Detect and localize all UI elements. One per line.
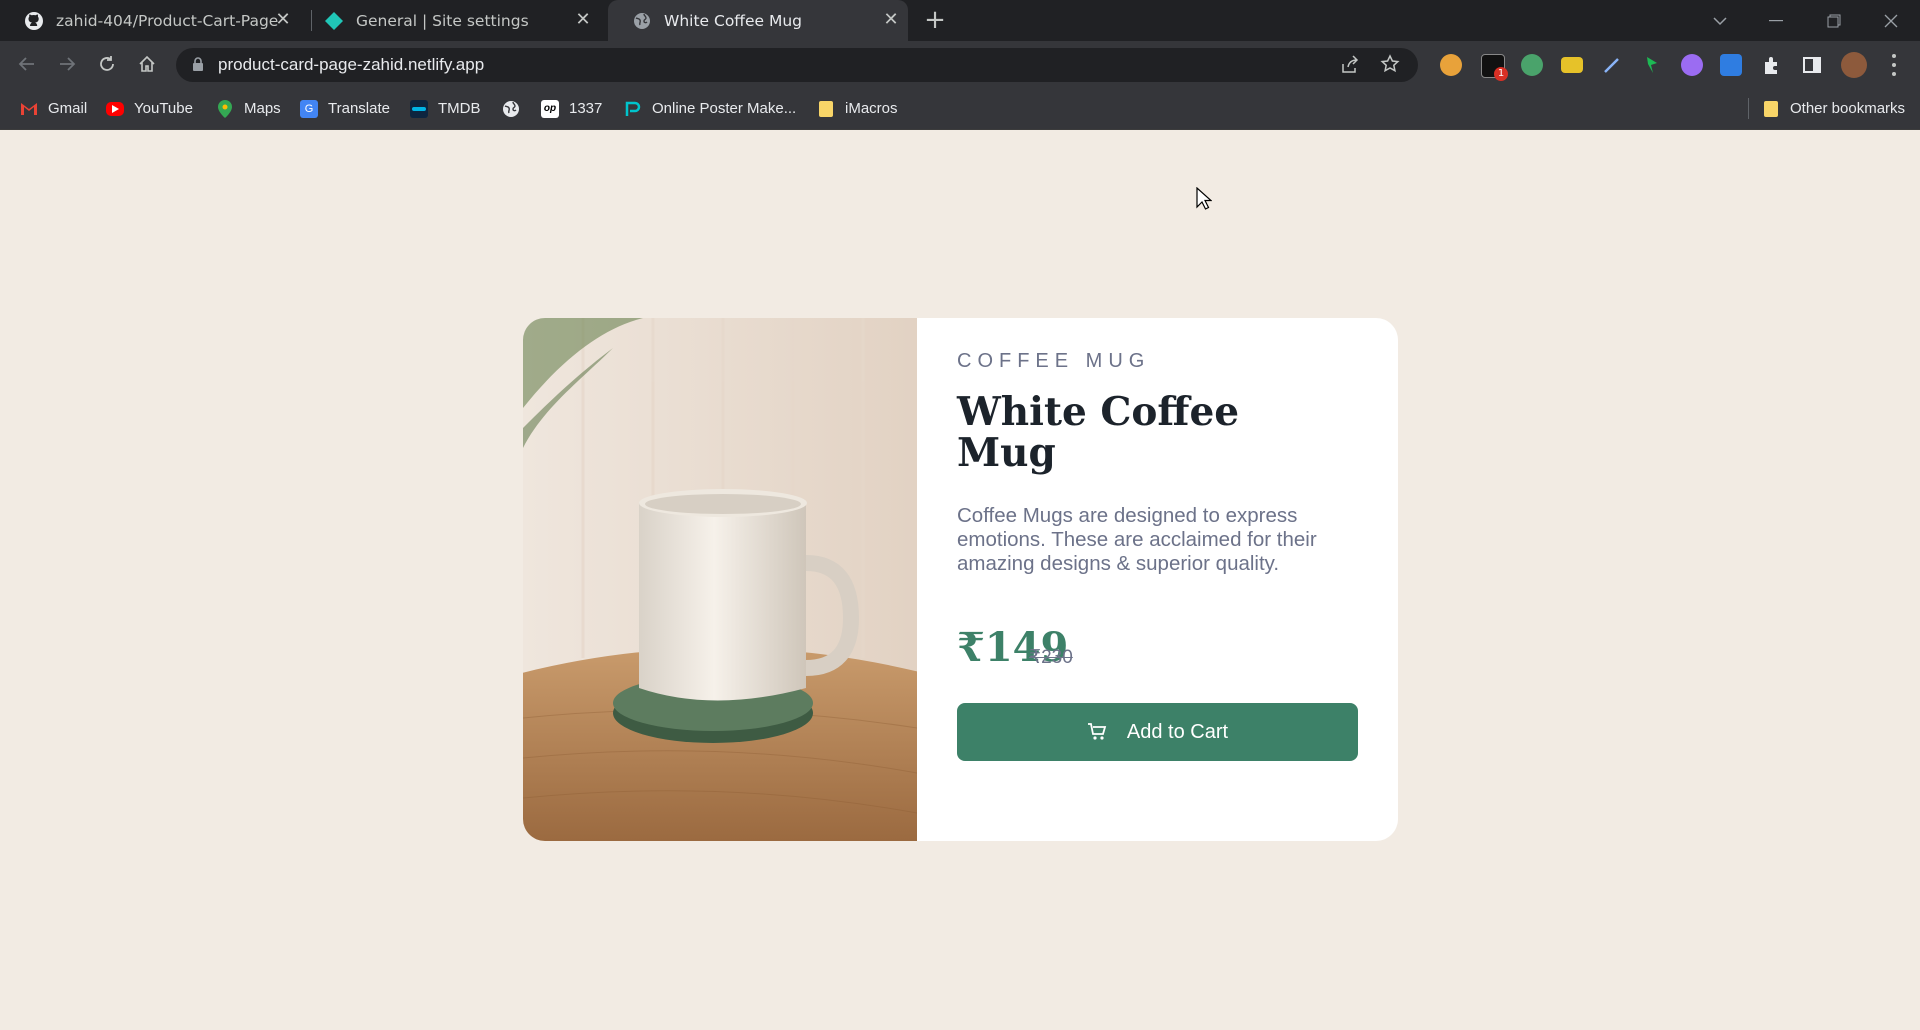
tab-strip: zahid-404/Product-Cart-Page ✕ General | … bbox=[0, 0, 1920, 41]
reload-button[interactable] bbox=[92, 49, 122, 79]
bookmark-label: Online Poster Make... bbox=[652, 100, 797, 117]
mouse-cursor-icon bbox=[1196, 186, 1213, 215]
tab-github[interactable]: zahid-404/Product-Cart-Page ✕ bbox=[0, 0, 300, 41]
youtube-icon bbox=[106, 101, 124, 116]
extension-badge: 1 bbox=[1494, 67, 1508, 81]
tab-title: White Coffee Mug bbox=[664, 11, 803, 30]
globe-icon bbox=[632, 11, 652, 31]
github-icon bbox=[24, 11, 44, 31]
share-icon[interactable] bbox=[1340, 55, 1360, 79]
bookmark-gmail[interactable]: Gmail bbox=[20, 88, 87, 129]
extension-icon[interactable] bbox=[1521, 54, 1543, 76]
other-bookmarks[interactable]: Other bookmarks bbox=[1762, 88, 1905, 129]
bookmark-label: TMDB bbox=[438, 100, 481, 117]
minimize-button[interactable] bbox=[1748, 0, 1804, 41]
product-title: White Coffee Mug bbox=[957, 389, 1240, 476]
tmdb-icon bbox=[410, 99, 428, 118]
forward-button[interactable] bbox=[52, 49, 82, 79]
globe-icon bbox=[502, 100, 520, 118]
tab-white-coffee-mug[interactable]: White Coffee Mug ✕ bbox=[608, 0, 908, 41]
url-text[interactable]: product-card-page-zahid.netlify.app bbox=[218, 48, 484, 82]
extension-icon[interactable] bbox=[1720, 54, 1742, 76]
product-original-price: ₹230 bbox=[1029, 647, 1073, 668]
close-window-button[interactable] bbox=[1863, 0, 1919, 41]
cart-icon bbox=[1087, 722, 1107, 742]
maps-icon bbox=[216, 99, 234, 118]
op-icon: op bbox=[541, 99, 559, 118]
translate-icon: G bbox=[300, 99, 318, 118]
product-category: COFFEE MUG bbox=[957, 350, 1151, 372]
product-details: COFFEE MUG White Coffee Mug Coffee Mugs … bbox=[917, 318, 1398, 841]
other-bookmarks-label: Other bookmarks bbox=[1790, 100, 1906, 117]
side-panel-icon[interactable] bbox=[1801, 54, 1823, 76]
netlify-icon bbox=[324, 11, 344, 31]
add-to-cart-label: Add to Cart bbox=[1126, 720, 1229, 743]
address-bar[interactable]: product-card-page-zahid.netlify.app bbox=[176, 48, 1418, 82]
gmail-icon bbox=[20, 100, 38, 118]
bookmark-label: iMacros bbox=[845, 100, 898, 117]
poster-icon bbox=[624, 100, 642, 118]
extension-icon[interactable] bbox=[1440, 54, 1462, 76]
add-to-cart-button[interactable]: Add to Cart bbox=[957, 703, 1358, 761]
folder-icon bbox=[1762, 100, 1780, 118]
extension-icon[interactable]: 1 bbox=[1481, 54, 1508, 81]
lock-icon[interactable] bbox=[192, 57, 204, 76]
restore-button[interactable] bbox=[1806, 0, 1862, 41]
product-image bbox=[523, 318, 917, 841]
more-menu-icon[interactable] bbox=[1887, 52, 1901, 78]
close-tab-icon[interactable]: ✕ bbox=[574, 11, 592, 29]
bookmark-tmdb[interactable]: TMDB bbox=[410, 88, 481, 129]
bookmark-globe[interactable] bbox=[502, 88, 530, 129]
pen-extension-icon[interactable] bbox=[1601, 54, 1623, 76]
bookmark-poster-maker[interactable]: Online Poster Make... bbox=[624, 88, 796, 129]
bookmarks-divider bbox=[1748, 98, 1749, 119]
bookmark-label: Gmail bbox=[48, 100, 88, 117]
tab-site-settings[interactable]: General | Site settings ✕ bbox=[300, 0, 600, 41]
bookmark-label: Maps bbox=[244, 100, 281, 117]
bookmark-translate[interactable]: G Translate bbox=[300, 88, 390, 129]
extension-icon[interactable] bbox=[1561, 57, 1583, 73]
puzzle-icon[interactable] bbox=[1761, 54, 1783, 76]
close-tab-icon[interactable]: ✕ bbox=[882, 11, 900, 29]
home-button[interactable] bbox=[132, 49, 162, 79]
folder-icon bbox=[817, 100, 835, 118]
bookmark-youtube[interactable]: YouTube bbox=[106, 88, 193, 129]
tab-title: General | Site settings bbox=[356, 11, 529, 30]
extension-icon[interactable] bbox=[1641, 54, 1663, 76]
profile-avatar[interactable] bbox=[1841, 52, 1867, 78]
bookmark-label: Translate bbox=[328, 100, 390, 117]
new-tab-button[interactable]: + bbox=[922, 7, 948, 34]
product-card: COFFEE MUG White Coffee Mug Coffee Mugs … bbox=[523, 318, 1398, 841]
back-button[interactable] bbox=[12, 49, 42, 79]
bookmark-label: 1337 bbox=[569, 100, 603, 117]
extension-icon[interactable] bbox=[1681, 54, 1703, 76]
bookmarks-bar: Gmail YouTube Maps G Translate TMDB op 1… bbox=[0, 88, 1920, 130]
bookmark-imacros[interactable]: iMacros bbox=[817, 88, 898, 129]
bookmark-maps[interactable]: Maps bbox=[216, 88, 281, 129]
tab-title: zahid-404/Product-Cart-Page bbox=[56, 11, 279, 30]
bookmark-star-icon[interactable] bbox=[1380, 54, 1400, 78]
product-description: Coffee Mugs are designed to express emot… bbox=[957, 504, 1317, 575]
browser-toolbar: product-card-page-zahid.netlify.app 1 bbox=[0, 41, 1920, 88]
bookmark-label: YouTube bbox=[134, 100, 193, 117]
close-tab-icon[interactable]: ✕ bbox=[274, 11, 292, 29]
bookmark-1337[interactable]: op 1337 bbox=[541, 88, 602, 129]
tab-search-icon[interactable] bbox=[1692, 0, 1748, 41]
